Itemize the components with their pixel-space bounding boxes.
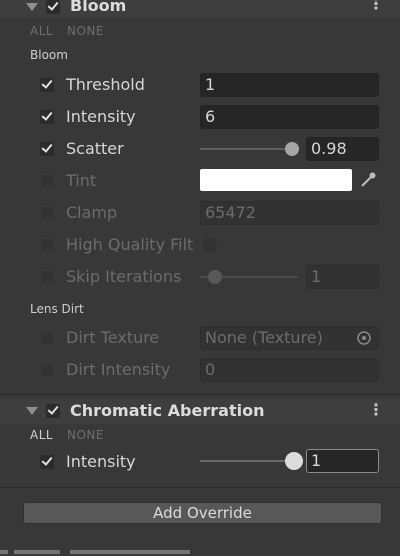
eyedropper-icon[interactable] [358,170,378,190]
dirt-texture-override-checkbox[interactable] [40,331,54,345]
high-quality-label: High Quality Filt [66,235,194,254]
lens-dirt-group-label: Lens Dirt [30,302,84,316]
dirt-intensity-field[interactable]: 0 [200,358,379,382]
dirt-intensity-label: Dirt Intensity [66,360,171,379]
bloom-group-label: Bloom [30,48,68,62]
dirt-texture-field[interactable]: None (Texture) [200,326,379,350]
clamp-override-checkbox[interactable] [40,206,54,220]
tint-color-swatch[interactable] [200,169,352,191]
chromatic-foldout-arrow-icon[interactable] [26,407,38,415]
threshold-label: Threshold [66,75,145,94]
bloom-menu-icon[interactable]: ⋮ [368,0,384,13]
chromatic-enabled-checkbox[interactable] [46,404,60,418]
bloom-enabled-checkbox[interactable] [46,0,60,14]
chromatic-intensity-label: Intensity [66,452,136,471]
chromatic-title: Chromatic Aberration [70,401,265,420]
bloom-none-button[interactable]: NONE [67,24,104,38]
skip-iterations-label: Skip Iterations [66,267,182,286]
bottom-cutoff-text [0,546,190,556]
intensity-field[interactable]: 6 [200,105,379,129]
scatter-override-checkbox[interactable] [40,142,54,156]
chromatic-menu-icon[interactable]: ⋮ [368,400,384,419]
chromatic-none-button[interactable]: NONE [67,428,104,442]
high-quality-override-checkbox[interactable] [40,238,54,252]
clamp-field[interactable]: 65472 [200,201,379,225]
tint-label: Tint [66,171,97,190]
chromatic-intensity-override-checkbox[interactable] [40,455,54,469]
bloom-header[interactable] [0,0,400,18]
skip-iterations-slider-handle[interactable] [208,270,223,284]
threshold-field[interactable]: 1 [200,73,379,97]
intensity-label: Intensity [66,107,136,126]
chromatic-intensity-slider-track[interactable] [200,460,294,462]
scatter-label: Scatter [66,139,124,158]
chromatic-all-button[interactable]: ALL [30,428,53,442]
chromatic-intensity-field[interactable]: 1 [306,449,379,473]
scatter-slider-track[interactable] [200,148,294,150]
threshold-override-checkbox[interactable] [40,78,54,92]
skip-iterations-field[interactable]: 1 [306,265,379,289]
footer-divider [0,487,400,488]
clamp-label: Clamp [66,203,118,222]
dirt-texture-label: Dirt Texture [66,328,160,347]
tint-override-checkbox[interactable] [40,174,54,188]
add-override-button[interactable]: Add Override [23,502,382,524]
intensity-override-checkbox[interactable] [40,110,54,124]
bloom-all-button[interactable]: ALL [30,24,53,38]
section-divider [0,394,400,395]
high-quality-toggle[interactable] [202,237,218,253]
object-picker-icon[interactable] [356,330,372,346]
scatter-field[interactable]: 0.98 [306,137,379,161]
bloom-title: Bloom [70,0,127,15]
chromatic-intensity-slider-handle[interactable] [285,452,303,470]
bloom-foldout-arrow-icon[interactable] [26,3,38,11]
scatter-slider-handle[interactable] [285,142,300,156]
dirt-intensity-override-checkbox[interactable] [40,363,54,377]
skip-iterations-override-checkbox[interactable] [40,270,54,284]
